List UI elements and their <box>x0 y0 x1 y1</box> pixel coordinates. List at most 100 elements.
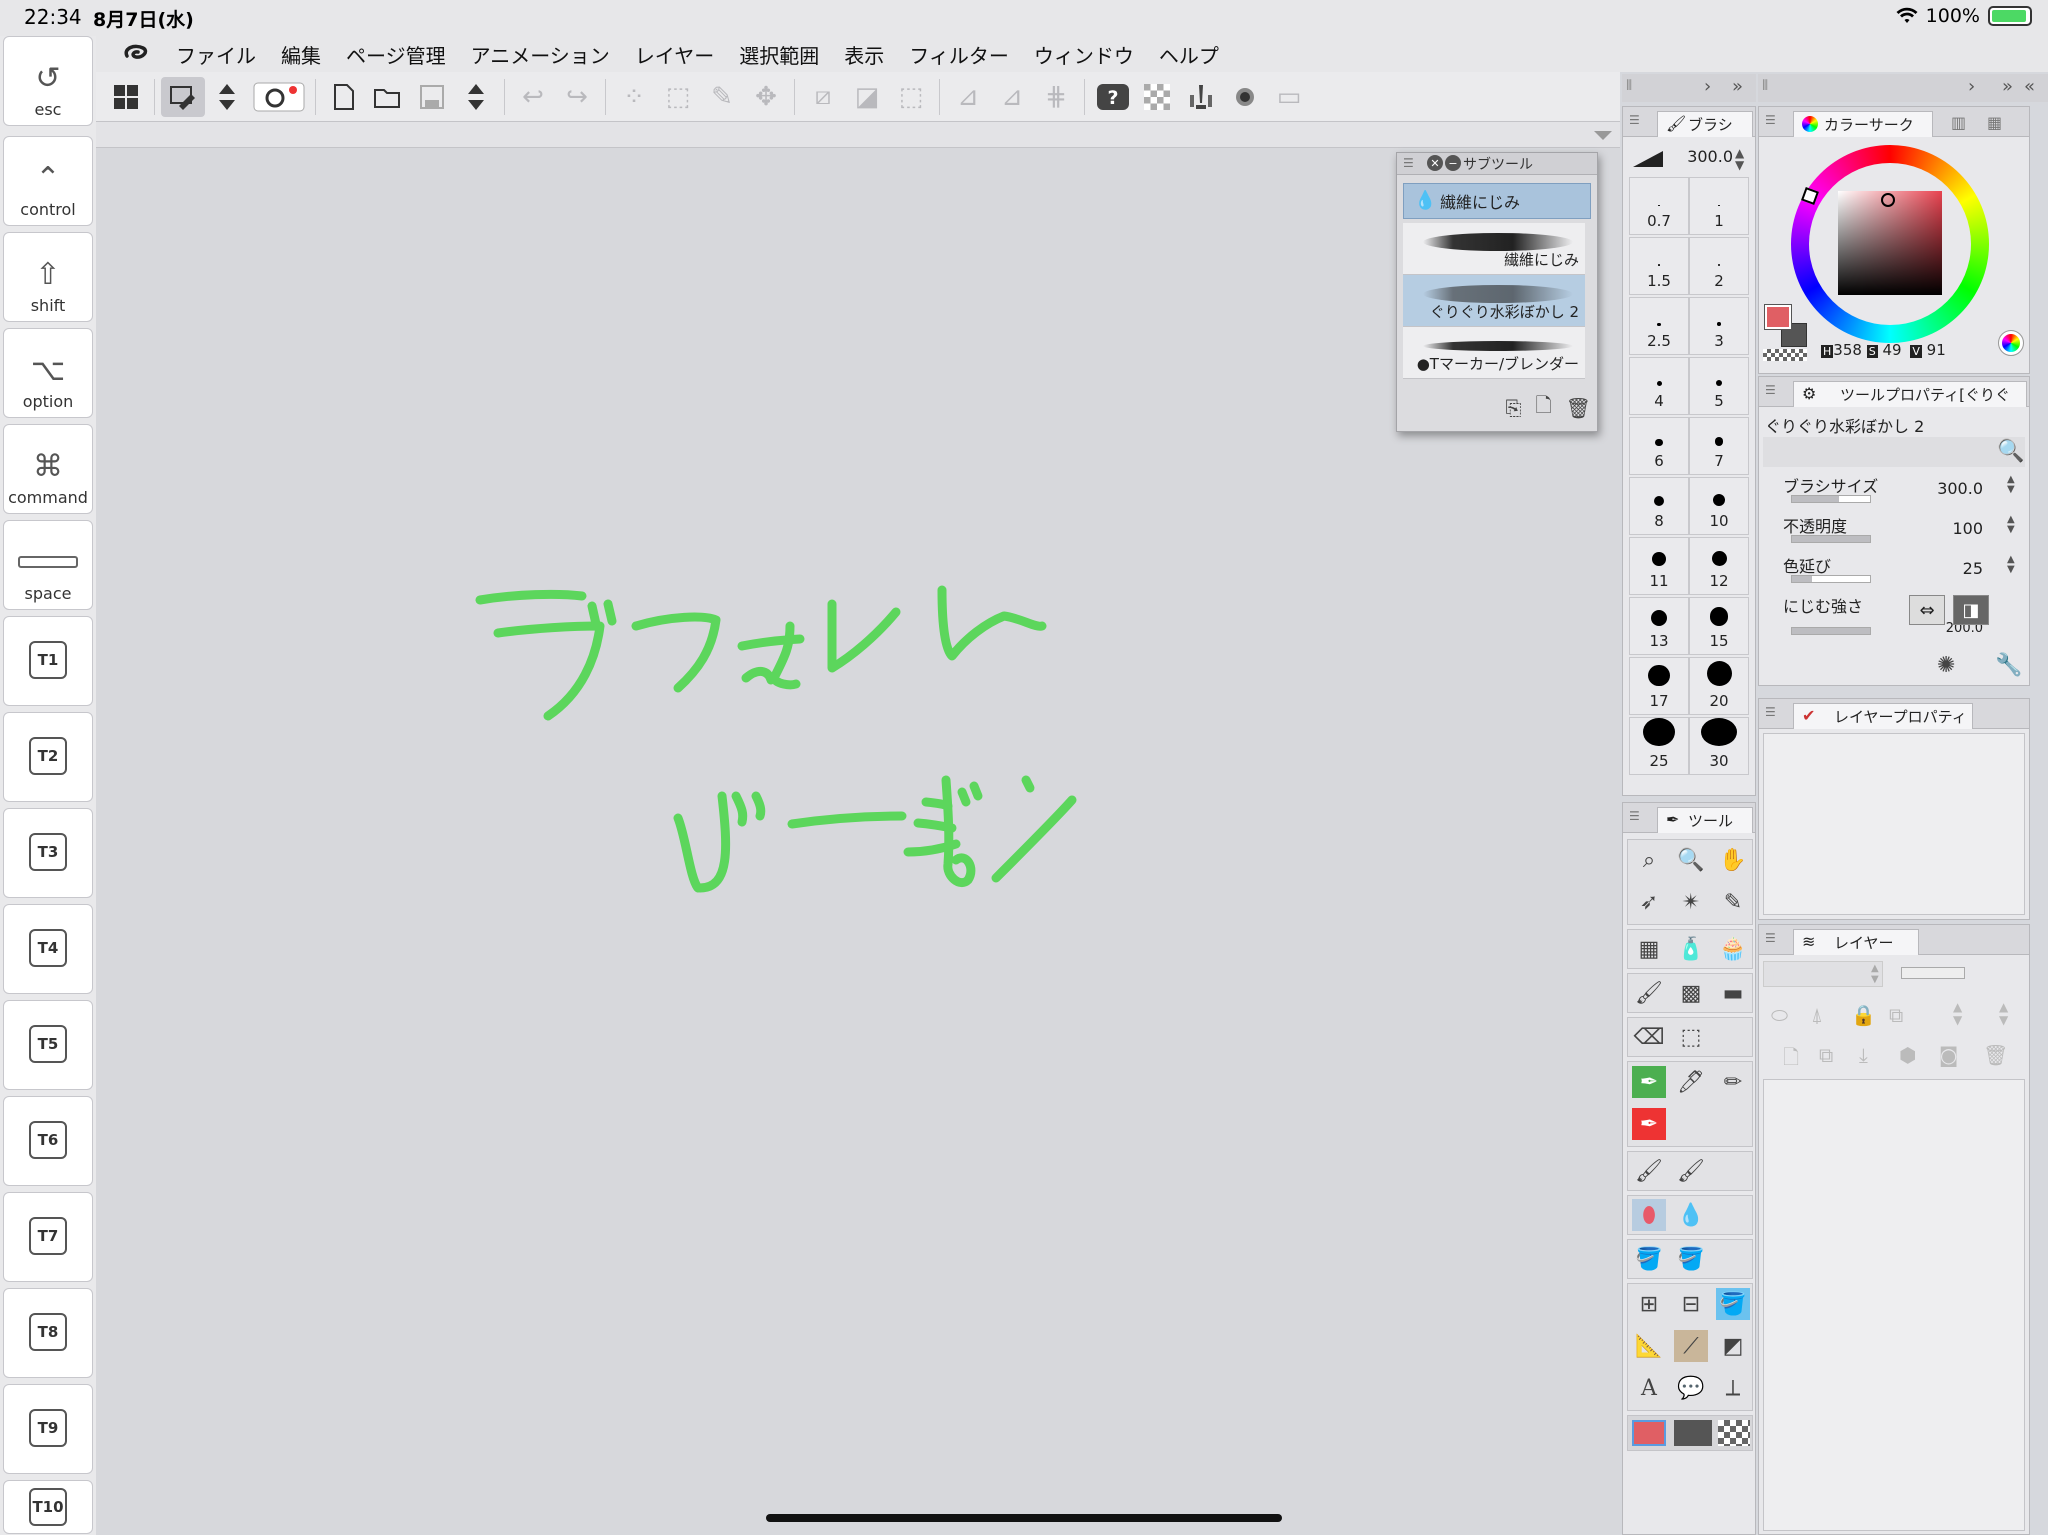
wrench-icon[interactable]: 🔧 <box>1995 653 2022 678</box>
brush-size-preset[interactable]: 7 <box>1689 417 1749 475</box>
t10-key[interactable]: T10 <box>3 1480 93 1534</box>
spin-arrows-icon[interactable]: ▲ ▼ <box>2007 475 2015 495</box>
minimize-icon[interactable]: − <box>1445 155 1461 171</box>
blend-tool-icon[interactable]: 🖌 <box>1632 977 1666 1009</box>
reference-layer-icon[interactable]: ⍋ <box>1811 1003 1823 1027</box>
tab-layer-property[interactable]: ✔ レイヤープロパティ <box>1793 703 1973 729</box>
double-chevron-right-icon[interactable]: » <box>2002 76 2013 97</box>
spin-arrows-icon[interactable]: ▲ ▼ <box>2007 515 2015 535</box>
clip-studio-logo-icon[interactable] <box>116 39 156 69</box>
menu-help[interactable]: ヘルプ <box>1159 40 1219 69</box>
spin-arrows-icon[interactable]: ▲ ▼ <box>2007 555 2015 575</box>
save-icon[interactable] <box>410 77 454 117</box>
open-folder-icon[interactable] <box>366 77 410 117</box>
decoration-tool-icon[interactable]: 🧁 <box>1716 933 1750 965</box>
prop-slider[interactable] <box>1791 575 1871 583</box>
trash-icon[interactable]: 🗑 <box>1983 1043 2008 1067</box>
marker-tool-icon[interactable]: 🖊 <box>1674 1066 1708 1098</box>
new-subtool-icon[interactable]: 🗋 <box>1536 391 1552 425</box>
tab-color-circle[interactable]: カラーサーク <box>1793 111 1933 137</box>
sv-marker[interactable] <box>1881 193 1895 207</box>
texture-brush-icon[interactable]: ▩ <box>1674 977 1708 1009</box>
correction-tool-icon[interactable]: ⟂ <box>1716 1372 1750 1404</box>
pencil-tool-icon[interactable]: ✏ <box>1716 1066 1750 1098</box>
color-mode-toggle-icon[interactable] <box>1998 330 2024 356</box>
brush-size-preset[interactable]: 3 <box>1689 297 1749 355</box>
t6-key[interactable]: T6 <box>3 1096 93 1186</box>
operation-tool-icon[interactable]: ➶ <box>1632 886 1666 918</box>
eraser-tool-icon[interactable]: ⌫ <box>1632 1021 1666 1053</box>
zoom-tool-icon[interactable]: ⌕ <box>1632 844 1666 876</box>
clear-icon[interactable]: ✎ <box>700 77 744 117</box>
up-down-arrows-icon[interactable] <box>205 77 249 117</box>
opacity-slider[interactable] <box>1901 967 1965 979</box>
auto-select-tool-icon[interactable]: ✴ <box>1674 886 1708 918</box>
t1-key[interactable]: T1 <box>3 616 93 706</box>
chevron-right-icon[interactable]: › <box>1704 76 1711 97</box>
panel-menu-icon[interactable]: ☰ <box>1403 156 1414 170</box>
brush-size-preset[interactable]: 8 <box>1629 477 1689 535</box>
trash-icon[interactable]: 🗑 <box>1566 396 1591 420</box>
blend-shape-icon[interactable]: ◨ <box>1953 595 1989 625</box>
redo-icon[interactable]: ↪ <box>555 77 599 117</box>
prop-opacity[interactable]: 不透明度 100 <box>1783 513 2003 547</box>
brush-size-preset[interactable]: 12 <box>1689 537 1749 595</box>
double-chevron-right-icon[interactable]: » <box>1732 76 1743 97</box>
help-icon[interactable]: ? <box>1091 77 1135 117</box>
pattern-tool-icon[interactable]: ▦ <box>1632 933 1666 965</box>
esc-key[interactable]: ↺ esc <box>3 36 93 126</box>
panel-menu-icon[interactable]: ☰ <box>1765 931 1776 945</box>
deselect-icon[interactable]: ⬚ <box>889 77 933 117</box>
prop-color-extension[interactable]: 色延び 25 <box>1783 553 2003 587</box>
tab-brush-size[interactable]: 🖌 ブラシ <box>1657 111 1753 137</box>
color-slider-tab-icon[interactable]: ▥ <box>1951 113 1966 132</box>
save-options-arrows-icon[interactable] <box>454 77 498 117</box>
brush-size-preset[interactable]: 17 <box>1629 657 1689 715</box>
frame-tool-icon[interactable]: ⊞ <box>1632 1288 1666 1320</box>
brush-size-preset[interactable]: 5 <box>1689 357 1749 415</box>
gradient-tool-icon[interactable]: ◩ <box>1716 1330 1750 1362</box>
transparent-swatch-small[interactable] <box>1763 349 1807 361</box>
color-set-tab-icon[interactable]: ▦ <box>1987 113 2002 132</box>
prop-slider[interactable] <box>1791 535 1871 543</box>
frame-split-tool-icon[interactable]: ⊟ <box>1674 1288 1708 1320</box>
pen-tool-icon[interactable]: ✒ <box>1632 1066 1666 1098</box>
command-key[interactable]: ⌘ command <box>3 424 93 514</box>
fill-tool-icon[interactable]: 🪣 <box>1632 1243 1666 1275</box>
hide-selection-icon[interactable]: ⧄ <box>801 77 845 117</box>
space-key[interactable]: space <box>3 520 93 610</box>
option-key[interactable]: ⌥ option <box>3 328 93 418</box>
main-color-swatch[interactable] <box>1632 1420 1666 1446</box>
tab-tools[interactable]: ✒ ツール <box>1657 807 1753 833</box>
balloon-tool-icon[interactable]: 💬 <box>1674 1372 1708 1404</box>
line-tool-icon[interactable]: ▬ <box>1716 977 1750 1009</box>
t9-key[interactable]: T9 <box>3 1384 93 1474</box>
spin-arrows-icon[interactable]: ▲ ▼ <box>1953 1001 1962 1027</box>
prop-slider[interactable] <box>1791 627 1871 635</box>
record-icon[interactable] <box>1223 77 1267 117</box>
scale-rotate-icon[interactable]: ✥ <box>744 77 788 117</box>
perspective-ruler-icon[interactable]: ⊿ <box>990 77 1034 117</box>
grip-icon[interactable]: ⦀ <box>1626 78 1632 94</box>
select-all-icon[interactable]: ⁘ <box>612 77 656 117</box>
t4-key[interactable]: T4 <box>3 904 93 994</box>
menu-filter[interactable]: フィルター <box>909 40 1009 69</box>
grid-view-icon[interactable] <box>104 77 148 117</box>
double-chevron-left-icon[interactable]: « <box>2024 76 2035 97</box>
panel-menu-icon[interactable]: ☰ <box>1765 383 1776 397</box>
undo-icon[interactable]: ↩ <box>511 77 555 117</box>
text-tool-icon[interactable]: A <box>1632 1372 1666 1404</box>
clip-layer-icon[interactable]: ⬭ <box>1771 1003 1788 1027</box>
snap-ruler-icon[interactable]: ⋕ <box>1034 77 1078 117</box>
lock-icon[interactable]: 🔒 <box>1851 1003 1876 1027</box>
menu-window[interactable]: ウィンドウ <box>1034 40 1134 69</box>
subtool-group-selected[interactable]: 💧 繊維にじみ <box>1403 183 1591 219</box>
invert-selection-icon[interactable]: ◪ <box>845 77 889 117</box>
menu-layer[interactable]: レイヤー <box>635 40 714 69</box>
mask-icon[interactable]: ◙ <box>1939 1043 1958 1067</box>
search-icon[interactable]: 🔍 <box>1997 439 2024 464</box>
lock-transparency-icon[interactable]: ⧉ <box>1889 1003 1903 1027</box>
panel-menu-icon[interactable]: ☰ <box>1629 809 1640 823</box>
spin-arrows-icon[interactable]: ▲ ▼ <box>1735 147 1744 171</box>
magnifier-tool-icon[interactable]: 🔍 <box>1674 844 1708 876</box>
